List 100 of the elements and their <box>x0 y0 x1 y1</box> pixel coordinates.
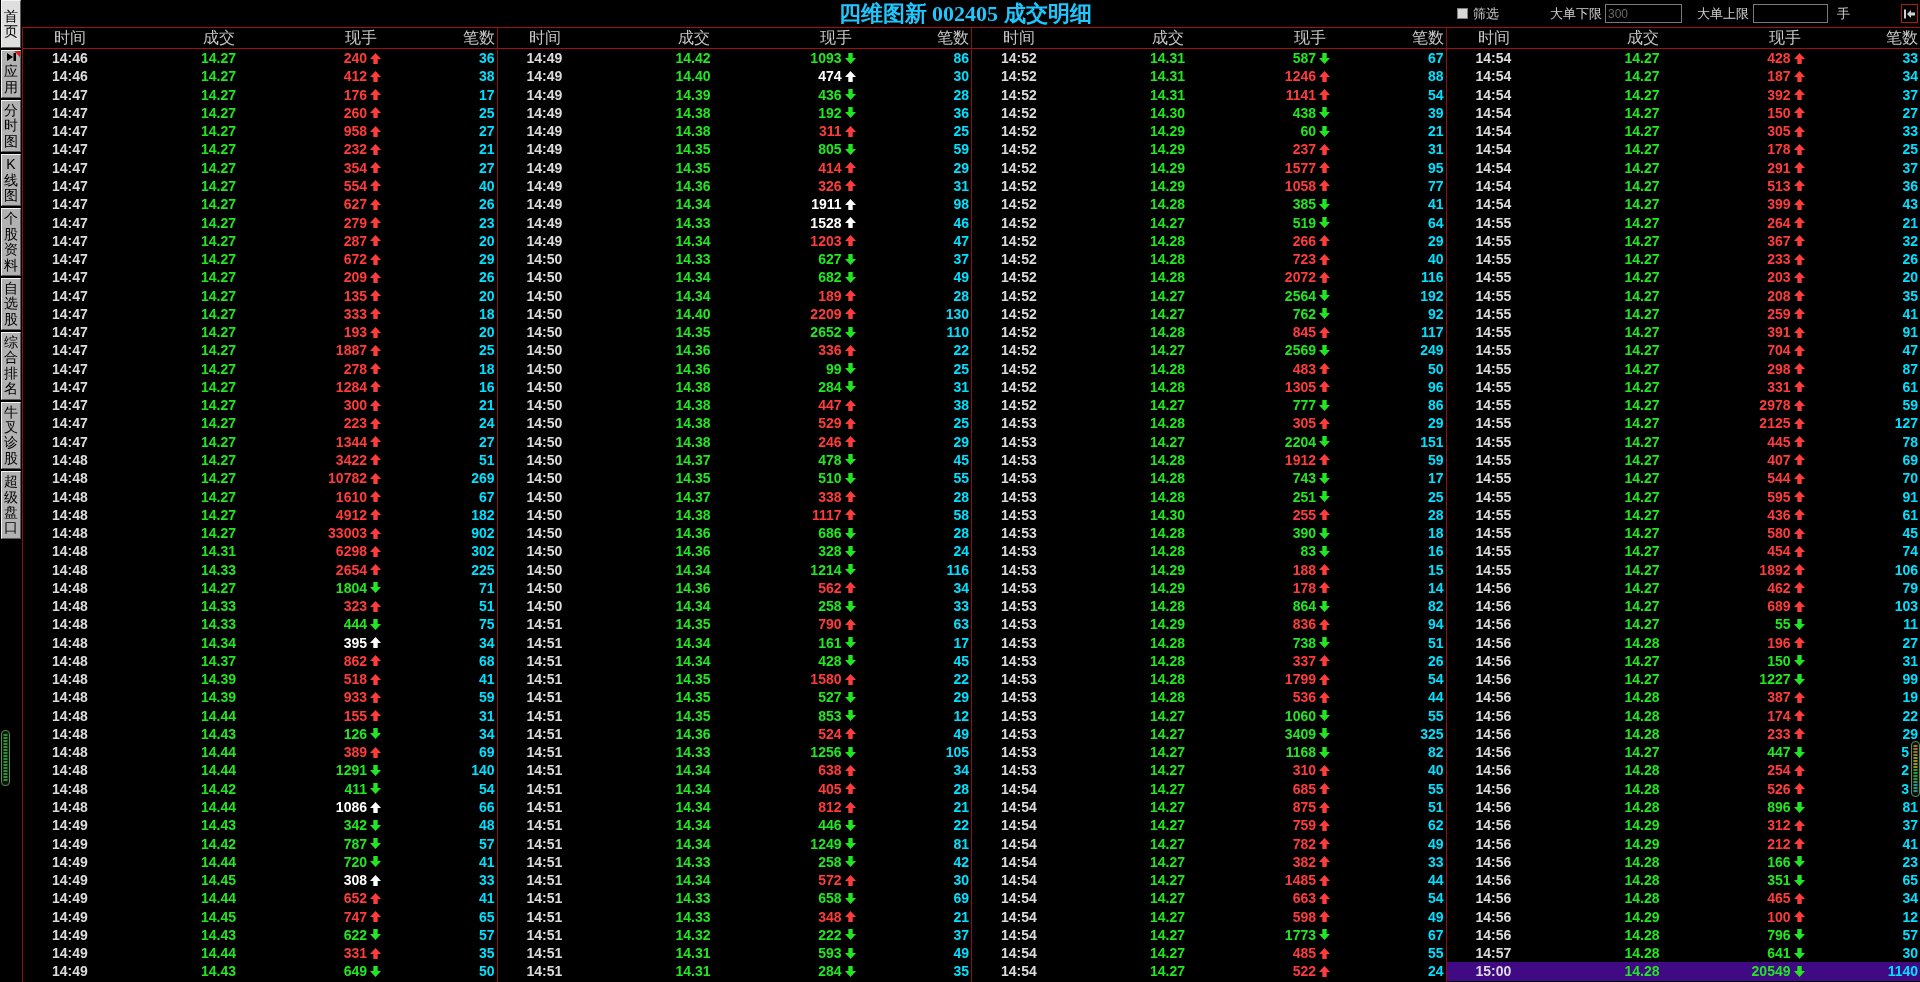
price-cell: 14.34 <box>675 560 711 579</box>
count-cell: 55 <box>1427 944 1444 963</box>
sidebar-tab[interactable]: 分时图 <box>1 100 21 153</box>
price-cell: 14.39 <box>675 85 711 104</box>
price-cell: 14.38 <box>675 505 711 524</box>
price-cell: 14.27 <box>1624 213 1660 232</box>
volume-cell: 743 <box>1292 469 1316 488</box>
time-cell: 14:53 <box>1001 487 1037 506</box>
sidebar-tab[interactable]: 自选股 <box>1 277 21 331</box>
price-cell: 14.34 <box>675 597 711 616</box>
time-cell: 14:56 <box>1475 834 1512 853</box>
count-cell: 40 <box>1427 250 1444 269</box>
volume-cell: 875 <box>1292 798 1316 816</box>
price-cell: 14.43 <box>200 724 236 743</box>
price-cell: 14.27 <box>1624 450 1660 469</box>
price-cell: 14.37 <box>675 487 711 506</box>
time-cell: 14:56 <box>1475 688 1512 707</box>
volume-cell: 300 <box>343 396 367 415</box>
price-cell: 14.30 <box>1149 103 1185 122</box>
sidebar-tab[interactable]: 个股资料 <box>1 208 21 276</box>
count-cell: 47 <box>953 231 969 250</box>
count-cell: 37 <box>1902 85 1918 104</box>
selected-row[interactable]: 15:00 14.28 20549 1140 <box>1446 962 1920 981</box>
volume-cell: 436 <box>818 85 842 104</box>
volume-cell: 382 <box>1292 852 1316 871</box>
volume-cell: 554 <box>343 177 367 195</box>
volume-cell: 689 <box>1767 597 1791 616</box>
count-cell: 59 <box>1427 450 1444 469</box>
count-cell: 20 <box>478 323 495 342</box>
price-cell: 14.33 <box>675 907 711 926</box>
sidebar-tab[interactable]: 应用 <box>1 50 21 98</box>
count-cell: 30 <box>953 67 969 86</box>
price-cell: 14.27 <box>200 432 236 451</box>
price-cell: 14.35 <box>675 158 711 177</box>
time-cell: 14:54 <box>1001 834 1037 853</box>
time-cell: 14:55 <box>1475 432 1512 451</box>
time-cell: 14:50 <box>526 323 563 342</box>
max-lots-field[interactable] <box>1753 4 1828 23</box>
count-cell: 17 <box>953 633 969 652</box>
time-cell: 14:55 <box>1475 304 1512 323</box>
price-cell: 14.37 <box>200 651 236 670</box>
price-cell: 14.45 <box>200 907 236 926</box>
sidebar-tab[interactable]: 牛叉诊股 <box>1 401 21 470</box>
time-cell: 14:48 <box>52 597 88 616</box>
price-cell: 14.28 <box>1624 779 1660 798</box>
count-cell: 51 <box>1427 633 1444 652</box>
count-cell: 40 <box>478 177 495 195</box>
time-cell: 14:55 <box>1475 542 1512 561</box>
count-cell: 14 <box>1427 578 1444 597</box>
min-lots-field[interactable]: 300 <box>1605 4 1682 23</box>
price-cell: 14.27 <box>1624 359 1660 378</box>
sidebar-tab[interactable]: K线图 <box>1 154 21 207</box>
price-cell: 14.27 <box>200 450 236 469</box>
time-cell: 14:55 <box>1475 377 1512 396</box>
price-cell: 14.38 <box>675 396 711 415</box>
price-cell: 14.34 <box>675 798 711 816</box>
price-cell: 14.28 <box>1149 359 1185 378</box>
price-cell: 14.44 <box>200 889 236 908</box>
count-cell: 21 <box>1427 122 1444 141</box>
volume-cell: 474 <box>818 67 842 86</box>
grip-icon[interactable] <box>1 729 10 786</box>
volume-cell: 1485 <box>1284 871 1316 890</box>
price-cell: 14.27 <box>1624 140 1660 159</box>
price-cell: 14.40 <box>675 67 711 86</box>
column-header: 笔数 <box>937 28 969 48</box>
volume-cell: 1246 <box>1284 67 1316 86</box>
price-cell: 14.36 <box>675 524 711 543</box>
grip-icon[interactable] <box>1911 741 1920 797</box>
volume-cell: 572 <box>818 871 842 890</box>
sidebar-tab[interactable]: 综合排名 <box>1 332 21 400</box>
volume-cell: 311 <box>818 122 842 141</box>
sidebar-tab[interactable]: 首页 <box>1 0 21 48</box>
count-cell: 37 <box>953 925 969 944</box>
time-cell: 14:56 <box>1475 578 1512 597</box>
volume-cell: 652 <box>343 889 367 908</box>
time-cell: 14:55 <box>1475 231 1512 250</box>
skip-back-button[interactable] <box>1901 4 1918 23</box>
column-header: 现手 <box>345 28 377 48</box>
price-cell: 14.33 <box>200 615 236 634</box>
price-cell: 14.34 <box>675 871 711 890</box>
count-cell: 31 <box>478 706 495 725</box>
price-cell: 14.28 <box>1149 597 1185 616</box>
count-cell: 44 <box>1427 688 1444 707</box>
count-cell: 31 <box>1427 140 1444 159</box>
price-cell: 14.27 <box>1149 396 1185 415</box>
filter-checkbox[interactable] <box>1457 8 1468 19</box>
time-cell: 14:56 <box>1475 889 1512 908</box>
time-cell: 14:54 <box>1001 944 1037 963</box>
price-cell: 14.34 <box>675 761 711 780</box>
price-cell: 14.34 <box>675 268 711 287</box>
price-cell: 14.28 <box>1149 268 1185 287</box>
volume-cell: 862 <box>343 651 367 670</box>
price-cell: 14.27 <box>1149 432 1185 451</box>
price-cell: 14.31 <box>675 962 711 981</box>
time-cell: 14:48 <box>52 651 88 670</box>
sidebar-tab[interactable]: 超级盘口 <box>1 471 21 539</box>
volume-cell: 254 <box>1767 761 1791 780</box>
time-cell: 14:51 <box>526 670 563 689</box>
volume-cell: 1580 <box>810 670 842 689</box>
price-cell: 14.28 <box>1624 962 1660 981</box>
